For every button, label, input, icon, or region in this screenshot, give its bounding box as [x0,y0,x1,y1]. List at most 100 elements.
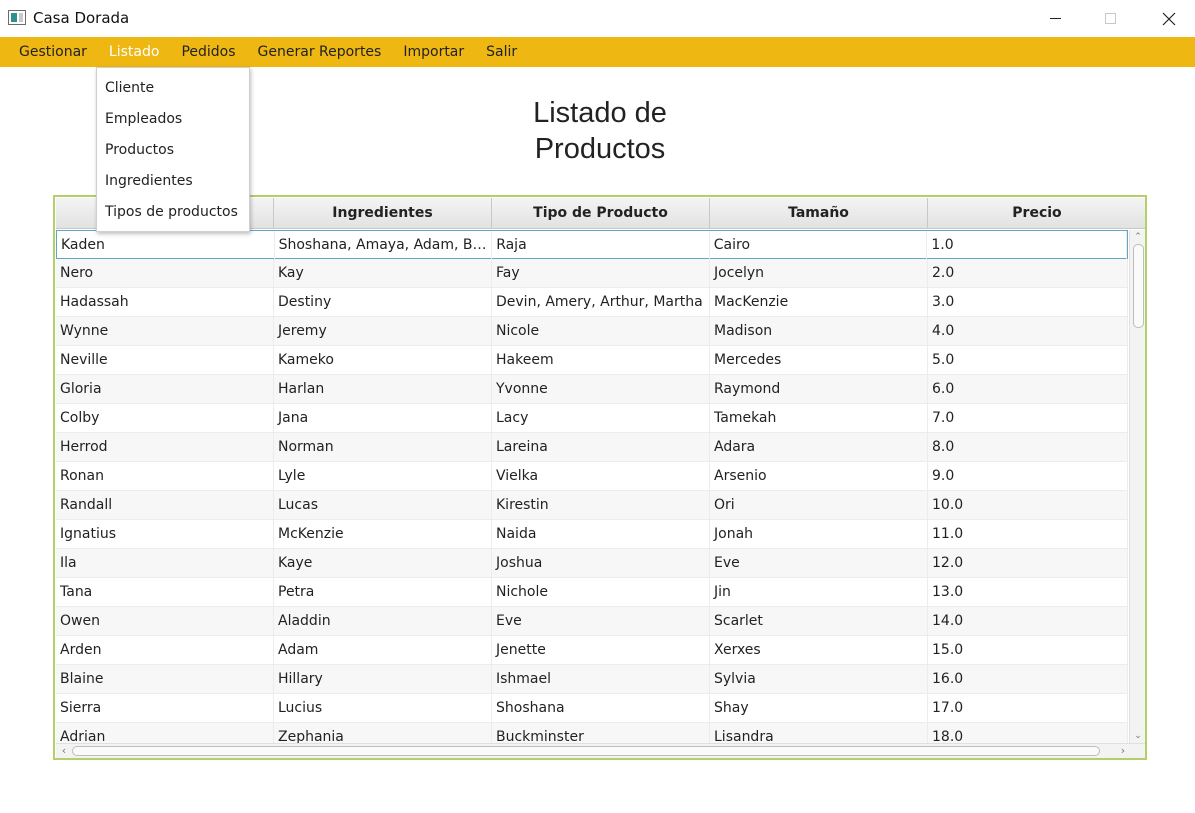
table-cell: Shoshana [492,694,710,722]
table-cell: Herrod [56,433,274,461]
table-cell: Nero [56,259,274,287]
table-cell: Raymond [710,375,928,403]
table-row[interactable]: Herrod Norman Lareina Adara 8.0 [56,433,1128,462]
table-cell: Aladdin [274,607,492,635]
table-row[interactable]: Kaden Shoshana, Amaya, Adam, Barrett Raja C… [56,230,1128,259]
table-cell: Devin, Amery, Arthur, Martha [492,288,710,316]
table-cell: 11.0 [928,520,1128,548]
table-row[interactable]: Colby Jana Lacy Tamekah 7.0 [56,404,1128,433]
table-row[interactable]: Wynne Jeremy Nicole Madison 4.0 [56,317,1128,346]
table-cell: Kaden [57,231,275,259]
table-cell: Nichole [492,578,710,606]
scroll-left-icon[interactable]: ‹ [59,745,69,757]
table-cell: Scarlet [710,607,928,635]
table-cell: Shay [710,694,928,722]
table-row[interactable]: Randall Lucas Kirestin Ori 10.0 [56,491,1128,520]
vertical-scrollbar[interactable]: ⌃ ⌄ [1129,230,1145,743]
table-cell: Lyle [274,462,492,490]
table-cell: Destiny [274,288,492,316]
page-title: Listado de Productos [440,95,760,167]
table-body: Kaden Shoshana, Amaya, Adam, Barrett Raja C… [56,230,1128,743]
scroll-up-icon[interactable]: ⌃ [1133,232,1143,242]
table-cell: Hillary [274,665,492,693]
menu-bar: Gestionar Listado Pedidos Generar Report… [0,37,1195,67]
table-cell: Tamekah [710,404,928,432]
dropdown-item-empleados[interactable]: Empleados [97,104,249,135]
table-cell: Jenette [492,636,710,664]
table-cell: 4.0 [928,317,1128,345]
table-cell: Lacy [492,404,710,432]
table-cell: Blaine [56,665,274,693]
scroll-down-icon[interactable]: ⌄ [1133,731,1143,741]
table-cell: Arsenio [710,462,928,490]
menu-pedidos[interactable]: Pedidos [170,37,246,67]
column-header-precio[interactable]: Precio [928,198,1145,229]
scroll-right-icon[interactable]: › [1118,745,1128,757]
table-cell: Adam [274,636,492,664]
minimize-button[interactable] [1032,0,1078,37]
menu-gestionar[interactable]: Gestionar [8,37,98,67]
close-button[interactable] [1146,0,1192,37]
table-cell: Fay [492,259,710,287]
dropdown-item-cliente[interactable]: Cliente [97,73,249,104]
table-row[interactable]: Owen Aladdin Eve Scarlet 14.0 [56,607,1128,636]
menu-importar[interactable]: Importar [392,37,475,67]
table-row[interactable]: Arden Adam Jenette Xerxes 15.0 [56,636,1128,665]
table-cell: Mercedes [710,346,928,374]
table-cell: Randall [56,491,274,519]
table-row[interactable]: Tana Petra Nichole Jin 13.0 [56,578,1128,607]
table-cell: Lisandra [710,723,928,743]
table-cell: Gloria [56,375,274,403]
menu-generar-reportes[interactable]: Generar Reportes [247,37,393,67]
listado-dropdown: Cliente Empleados Productos Ingredientes… [96,67,250,232]
table-cell: 8.0 [928,433,1128,461]
table-cell: Neville [56,346,274,374]
menu-listado[interactable]: Listado [98,37,171,67]
table-cell: Jocelyn [710,259,928,287]
table-cell: Joshua [492,549,710,577]
table-cell: Ila [56,549,274,577]
table-cell: Jeremy [274,317,492,345]
table-row[interactable]: Sierra Lucius Shoshana Shay 17.0 [56,694,1128,723]
maximize-button[interactable] [1087,0,1133,37]
table-row[interactable]: Hadassah Destiny Devin, Amery, Arthur, Mar… [56,288,1128,317]
title-bar: Casa Dorada [0,0,1195,37]
horizontal-scrollbar[interactable]: ‹ › [56,743,1145,758]
dropdown-item-productos[interactable]: Productos [97,135,249,166]
dropdown-item-tipos-de-productos[interactable]: Tipos de productos [97,197,249,228]
table-cell: 12.0 [928,549,1128,577]
table-row[interactable]: Gloria Harlan Yvonne Raymond 6.0 [56,375,1128,404]
table-cell: Arden [56,636,274,664]
table-cell: Harlan [274,375,492,403]
table-cell: 5.0 [928,346,1128,374]
menu-salir[interactable]: Salir [475,37,528,67]
table-row[interactable]: Ronan Lyle Vielka Arsenio 9.0 [56,462,1128,491]
table-row[interactable]: Nero Kay Fay Jocelyn 2.0 [56,259,1128,288]
table-cell: 18.0 [928,723,1128,743]
table-cell: Ronan [56,462,274,490]
column-header-ingredientes[interactable]: Ingredientes [274,198,492,229]
table-row[interactable]: Adrian Zephania Buckminster Lisandra 18.0 [56,723,1128,743]
table-cell: 9.0 [928,462,1128,490]
horizontal-scroll-thumb[interactable] [72,746,1100,756]
table-cell: Buckminster [492,723,710,743]
table-cell: 17.0 [928,694,1128,722]
table-row[interactable]: Ignatius McKenzie Naida Jonah 11.0 [56,520,1128,549]
dropdown-item-ingredientes[interactable]: Ingredientes [97,166,249,197]
table-row[interactable]: Neville Kameko Hakeem Mercedes 5.0 [56,346,1128,375]
vertical-scroll-thumb[interactable] [1133,244,1144,328]
column-header-tipo-de-producto[interactable]: Tipo de Producto [492,198,710,229]
table-cell: 7.0 [928,404,1128,432]
table-cell: Eve [710,549,928,577]
table-cell: Lareina [492,433,710,461]
table-cell: Kirestin [492,491,710,519]
table-row[interactable]: Blaine Hillary Ishmael Sylvia 16.0 [56,665,1128,694]
column-header-tamano[interactable]: Tamaño [710,198,928,229]
table-row[interactable]: Ila Kaye Joshua Eve 12.0 [56,549,1128,578]
table-cell: 10.0 [928,491,1128,519]
table-cell: Colby [56,404,274,432]
table-cell: Norman [274,433,492,461]
page-title-line-2: Productos [534,133,666,165]
products-table: Ingredientes Tipo de Producto Tamaño Pre… [53,195,1147,760]
table-cell: 15.0 [928,636,1128,664]
